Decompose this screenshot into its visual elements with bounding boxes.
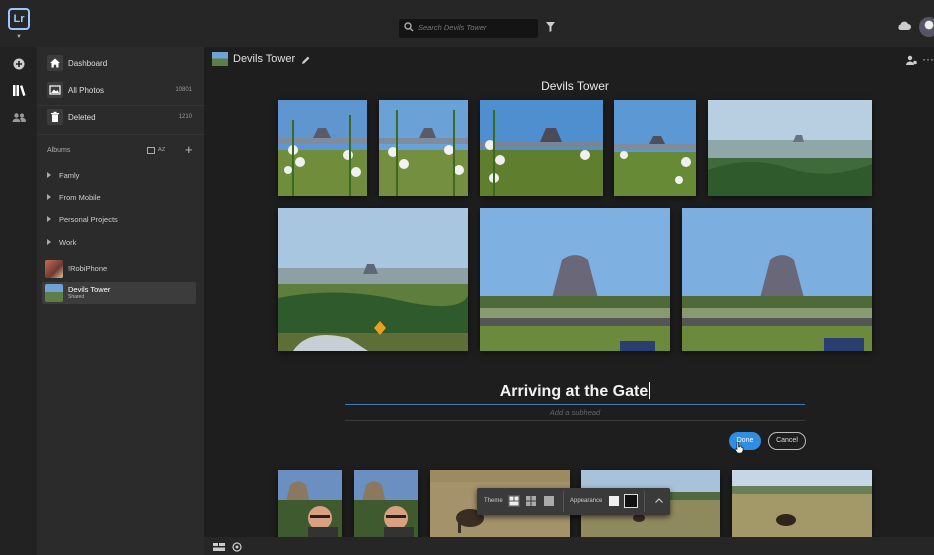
filter-icon[interactable] (546, 22, 555, 32)
expand-icon (47, 216, 51, 222)
photo-devils-tower-2[interactable] (682, 208, 872, 351)
hand-cursor-icon (735, 442, 744, 453)
edit-pencil-icon[interactable] (302, 56, 310, 64)
expand-icon (47, 194, 51, 200)
logo-caret-icon[interactable]: ▼ (16, 34, 22, 40)
folder-label: From Mobile (59, 193, 101, 202)
layout-columns-icon[interactable] (526, 496, 536, 506)
album-label: !RobiPhone (68, 264, 108, 273)
trash-icon (47, 109, 63, 125)
photo-hollyhocks-3[interactable] (480, 100, 603, 196)
album-robiphone[interactable]: !RobiPhone (37, 258, 204, 280)
theme-label: Theme (484, 498, 503, 504)
album-folder[interactable]: Famly (47, 171, 79, 180)
lightroom-logo[interactable]: Lr (8, 8, 30, 30)
folder-label: Personal Projects (59, 215, 118, 224)
heading-underline (345, 404, 805, 405)
text-caret (649, 382, 651, 399)
album-devils-tower[interactable]: Devils Tower Shared (42, 282, 196, 304)
album-thumbnail (45, 260, 63, 278)
photo-forest-vista[interactable] (708, 100, 872, 196)
layout-grid-icon[interactable] (508, 495, 520, 507)
photo-hollyhocks-2[interactable] (379, 100, 468, 196)
photo-hollyhocks-1[interactable] (278, 100, 367, 196)
bottom-bar (204, 537, 934, 555)
heading-text[interactable]: Arriving at the Gate (500, 383, 648, 400)
done-button[interactable]: Done (729, 432, 761, 450)
subhead-underline (345, 420, 805, 421)
album-thumbnail (45, 284, 63, 302)
photo-valley-view[interactable] (278, 208, 468, 351)
layout-view-icon[interactable] (213, 543, 225, 551)
album-title: Devils Tower (233, 53, 296, 65)
folder-label: Famly (59, 171, 80, 180)
sidebar: Dashboard All Photos 10801 Deleted 1210 … (37, 47, 204, 555)
photo-hollyhocks-4[interactable] (614, 100, 696, 196)
deleted-count: 1210 (178, 114, 192, 120)
album-folder[interactable]: Work (47, 238, 76, 247)
add-album-icon[interactable]: + (185, 142, 193, 157)
people-icon[interactable] (12, 113, 26, 122)
folder-label: Work (59, 238, 77, 247)
appearance-light-swatch[interactable] (609, 496, 619, 506)
photo-bison-3[interactable] (732, 470, 872, 537)
sidebar-item-label: All Photos (68, 86, 105, 95)
albums-heading: Albums (47, 147, 71, 154)
album-label: Devils Tower (68, 285, 111, 294)
toolbar-divider (644, 491, 645, 512)
toolbar-divider (563, 491, 564, 512)
sidebar-item-dashboard[interactable]: Dashboard (37, 52, 204, 78)
sidebar-item-label: Deleted (68, 113, 96, 122)
share-people-icon[interactable] (906, 55, 917, 65)
appearance-dark-swatch[interactable] (624, 494, 638, 508)
expand-icon (47, 172, 51, 178)
photo-selfie-1[interactable] (278, 470, 342, 537)
chevron-up-icon[interactable] (655, 498, 663, 503)
sidebar-item-deleted[interactable]: Deleted 1210 (37, 106, 204, 135)
cloud-sync-icon[interactable] (897, 21, 911, 30)
cancel-button[interactable]: Cancel (768, 432, 806, 450)
sort-icon[interactable]: A Z (158, 147, 165, 153)
library-icon[interactable] (13, 85, 26, 96)
page-title[interactable]: Devils Tower (504, 79, 646, 93)
album-folder[interactable]: Personal Projects (47, 215, 118, 224)
add-photos-icon[interactable] (13, 58, 25, 70)
new-folder-icon[interactable] (147, 147, 155, 154)
appearance-label: Appearance (570, 498, 603, 504)
shared-label: Shared (68, 294, 85, 300)
album-folder[interactable]: From Mobile (47, 193, 101, 202)
album-thumbnail (212, 52, 228, 66)
text-block-heading[interactable]: Arriving at the Gate (345, 382, 805, 401)
search-placeholder[interactable]: Search Devils Tower (418, 23, 487, 32)
home-icon (47, 55, 63, 71)
sidebar-item-label: Dashboard (68, 59, 108, 68)
layout-single-icon[interactable] (544, 496, 554, 506)
photos-icon (47, 82, 63, 98)
subhead-input[interactable]: Add a subhead (345, 408, 805, 417)
more-options-icon[interactable]: ··· (922, 52, 934, 66)
left-rail (0, 47, 38, 555)
expand-icon (47, 239, 51, 245)
search-icon (404, 22, 414, 32)
sidebar-item-all-photos[interactable]: All Photos 10801 (37, 79, 204, 106)
photo-selfie-2[interactable] (354, 470, 418, 537)
photo-devils-tower-1[interactable] (480, 208, 670, 351)
user-avatar[interactable] (919, 17, 934, 37)
photo-count: 10801 (175, 87, 192, 93)
sort-order-icon[interactable] (232, 542, 242, 552)
